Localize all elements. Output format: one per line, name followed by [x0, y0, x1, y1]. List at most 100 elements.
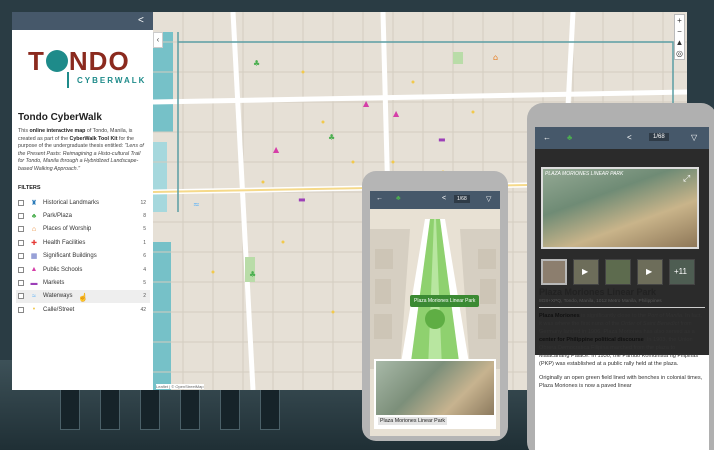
logo-pin-icon: [45, 50, 68, 72]
back-icon[interactable]: ←: [376, 195, 383, 202]
svg-text:▲: ▲: [273, 145, 280, 154]
filter-icon[interactable]: ▽: [486, 195, 491, 203]
place-description-2: Originally an open green field lined wit…: [539, 375, 703, 389]
street-icon: •: [32, 306, 36, 314]
building-icon: ▦: [30, 253, 38, 261]
logo-pin-stem: [67, 72, 69, 88]
map-attribution[interactable]: Leaflet | © OpenStreetMap: [156, 384, 204, 389]
filter-label: Public Schools: [43, 266, 83, 273]
logo-wordmark: T NDO: [28, 46, 130, 76]
water-icon: ≈: [32, 292, 36, 300]
filter-count: 6: [143, 253, 146, 260]
phone-small-toolbar: ← ♣ < 1/68 ▽: [370, 191, 500, 209]
phone-large-toolbar: ← ♣ < 1/68 ▽: [535, 127, 709, 149]
filter-count: 4: [143, 266, 146, 273]
filter-checkbox[interactable]: [18, 266, 24, 273]
filters-heading: FILTERS: [18, 185, 41, 191]
page-counter: 1/68: [454, 195, 470, 203]
svg-text:♣: ♣: [328, 133, 335, 142]
filter-count: 5: [143, 280, 146, 287]
filter-row[interactable]: ≈ Waterways 2 ☝: [16, 289, 150, 304]
svg-text:♣: ♣: [249, 270, 256, 279]
svg-text:♣: ♣: [253, 59, 260, 68]
filter-count: 2: [143, 293, 146, 300]
logo: T NDO CYBERWALK: [22, 40, 147, 100]
thumbnail[interactable]: [605, 259, 631, 285]
thumbnail-more[interactable]: +11: [669, 259, 695, 285]
share-icon[interactable]: <: [627, 133, 632, 142]
cursor-hand-icon: ☝: [78, 292, 88, 302]
market-icon: ▬: [30, 279, 38, 287]
info-card[interactable]: Plaza Moriones Linear Park: [374, 359, 496, 429]
logo-subtitle: CYBERWALK: [77, 76, 147, 85]
north-button[interactable]: ▲: [675, 37, 684, 48]
filter-row[interactable]: ♜ Historical Landmarks 12: [16, 196, 150, 209]
tree-icon: ♣: [31, 212, 37, 220]
phone-small-screen: ← ♣ < 1/68 ▽ Plaza Moriones Linear Park …: [370, 191, 500, 436]
thumbnail-selected[interactable]: [541, 259, 567, 285]
locate-button[interactable]: ◎: [675, 48, 684, 59]
church-icon: ⌂: [31, 225, 37, 233]
filter-row[interactable]: ✚ Health Facilities 1: [16, 236, 150, 249]
filter-row[interactable]: ▦ Significant Buildings 6: [16, 250, 150, 263]
zoom-in-button[interactable]: +: [675, 15, 684, 26]
main-photo[interactable]: [541, 167, 699, 249]
svg-text:▬: ▬: [438, 135, 446, 144]
collapse-sidebar-button[interactable]: ‹: [153, 32, 163, 48]
filter-label: Calle/Street: [43, 306, 75, 313]
school-icon: ▲: [30, 266, 38, 274]
landmark-icon: ♜: [30, 199, 38, 207]
filter-checkbox[interactable]: [18, 239, 24, 246]
phone-mockup-large: ← ♣ < 1/68 ▽ PLAZA MORIONES LINEAR PARK …: [527, 103, 714, 450]
filter-row[interactable]: • Calle/Street 42: [16, 303, 150, 316]
filter-checkbox[interactable]: [18, 253, 24, 260]
play-icon: ▶: [646, 267, 653, 276]
thumbnail-video[interactable]: ▶: [637, 259, 663, 285]
filter-label: Health Facilities: [43, 239, 86, 246]
filter-label: Waterways: [43, 293, 73, 300]
share-icon[interactable]: <: [138, 15, 144, 26]
tree-icon: ♣: [567, 133, 573, 142]
phone-mockup-small: ← ♣ < 1/68 ▽ Plaza Moriones Linear Park …: [362, 171, 508, 441]
filter-count: 1: [143, 239, 146, 246]
place-photo[interactable]: [376, 361, 494, 415]
filter-row[interactable]: ▲ Public Schools 4: [16, 263, 150, 276]
app-title: Tondo CyberWalk: [18, 112, 102, 123]
filter-list: ♜ Historical Landmarks 12 ♣ Park/Plaza 8 ⌂ Plac…: [16, 196, 150, 317]
filter-label: Park/Plaza: [43, 213, 73, 220]
filter-row[interactable]: ⌂ Places of Worship 5: [16, 223, 150, 236]
sidebar: T NDO CYBERWALK Tondo CyberWalk This onli…: [12, 30, 153, 390]
svg-text:⌂: ⌂: [493, 53, 498, 62]
place-details: Plaza Moriones Linear Park 8G8+XPQ, Tond…: [539, 287, 705, 390]
filter-checkbox[interactable]: [18, 213, 24, 220]
filter-count: 12: [140, 199, 146, 206]
svg-text:≈: ≈: [193, 200, 200, 209]
filter-icon[interactable]: ▽: [691, 133, 697, 142]
filter-label: Significant Buildings: [43, 253, 97, 260]
filter-checkbox[interactable]: [18, 280, 24, 287]
zoom-out-button[interactable]: −: [675, 26, 684, 37]
expand-icon[interactable]: ⤢: [683, 173, 690, 184]
map-popup-label[interactable]: Plaza Moriones Linear Park: [410, 295, 480, 307]
photo-caption: PLAZA MORIONES LINEAR PARK: [545, 171, 624, 177]
hospital-icon: ✚: [31, 239, 37, 247]
play-icon: ▶: [582, 267, 589, 276]
filter-label: Markets: [43, 280, 65, 287]
filter-checkbox[interactable]: [18, 226, 24, 233]
thumbnail-strip: ▶ ▶ +11: [541, 259, 699, 285]
share-icon[interactable]: <: [442, 195, 446, 202]
svg-text:▬: ▬: [298, 195, 306, 204]
map-controls: + − ▲ ◎: [674, 14, 685, 60]
back-icon[interactable]: ←: [543, 133, 551, 142]
filter-checkbox[interactable]: [18, 199, 24, 206]
filter-checkbox[interactable]: [18, 293, 24, 300]
svg-text:▲: ▲: [393, 109, 400, 118]
place-name: Plaza Moriones Linear Park: [539, 287, 657, 297]
filter-row[interactable]: ♣ Park/Plaza 8: [16, 209, 150, 222]
sidebar-topbar: <: [12, 12, 153, 30]
filter-row[interactable]: ▬ Markets 5: [16, 276, 150, 289]
filter-checkbox[interactable]: [18, 306, 24, 313]
filter-count: 8: [143, 213, 146, 220]
thumbnail-video[interactable]: ▶: [573, 259, 599, 285]
phone-large-screen: ← ♣ < 1/68 ▽ PLAZA MORIONES LINEAR PARK …: [535, 127, 709, 450]
